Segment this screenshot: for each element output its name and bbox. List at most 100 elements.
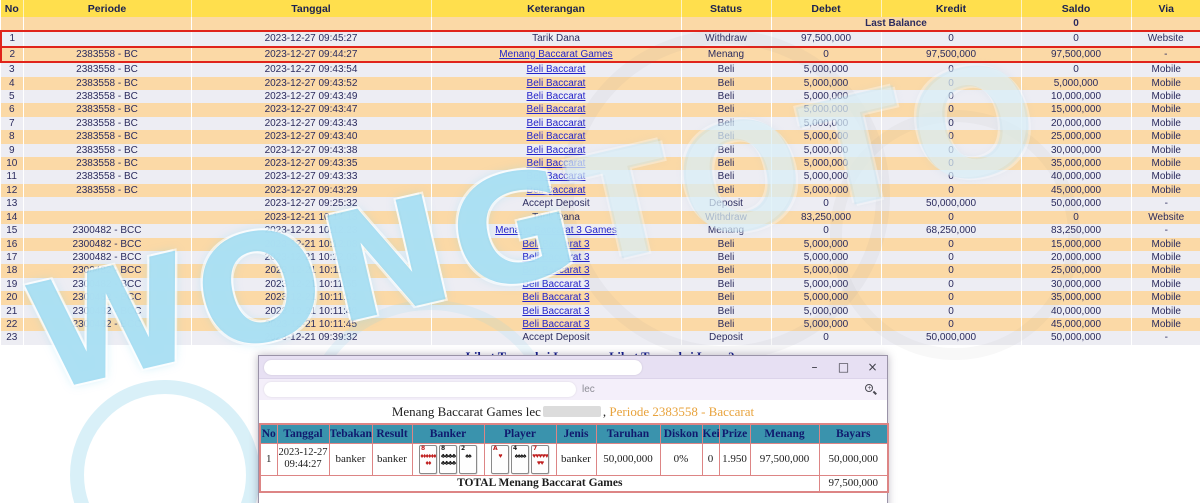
cell-via: -: [1131, 45, 1200, 64]
cell-periode: 2383558 - BC: [23, 90, 192, 104]
cell-status: Beli: [681, 62, 772, 77]
keterangan-link[interactable]: Beli Baccarat 3: [522, 265, 589, 276]
maximize-button[interactable]: □: [829, 356, 858, 378]
keterangan-link[interactable]: Beli Baccarat: [527, 91, 586, 102]
cell-no: 3: [1, 62, 24, 77]
cell-keterangan: Beli Baccarat: [431, 143, 682, 158]
last-balance-saldo: 0: [1021, 17, 1132, 32]
censored-tab-title: [264, 359, 642, 375]
cell-kredit: 50,000,000: [881, 331, 1022, 345]
col-header-status: Status: [681, 0, 772, 17]
cell-periode: [23, 331, 192, 345]
player-cards: A ♥ 4 ♠♠♠♠ 7 ♥♥♥♥♥♥♥: [483, 442, 557, 476]
bet-menang: 97,500,000: [749, 442, 820, 476]
keterangan-link[interactable]: Beli Baccarat: [527, 158, 586, 169]
keterangan-link[interactable]: Menang Baccarat Games: [499, 49, 612, 60]
cell-tanggal: 2023-12-27 09:43:49: [191, 90, 432, 104]
cell-tanggal: 2023-12-27 09:44:27: [191, 45, 432, 64]
search-icon[interactable]: +: [864, 383, 878, 397]
cell-debet: 5,000,000: [771, 90, 882, 104]
cell-keterangan: Beli Baccarat: [431, 90, 682, 104]
cell-status: Withdraw: [681, 30, 772, 48]
cell-periode: [23, 30, 192, 48]
keterangan-link[interactable]: Beli Baccarat 3: [522, 306, 589, 317]
cell-empty: [1, 17, 24, 32]
keterangan-link[interactable]: Beli Baccarat 3: [522, 252, 589, 263]
keterangan-link[interactable]: Beli Baccarat: [527, 118, 586, 129]
col-header-via: Via: [1131, 0, 1200, 17]
cell-debet: 5,000,000: [771, 62, 882, 77]
bet-row: 1 2023-12-27 09:44:27 banker banker 8 ♦♦♦♦♦♦♦…: [259, 442, 889, 476]
cell-periode: 2383558 - BC: [23, 45, 192, 64]
cell-no: 18: [1, 264, 24, 278]
cell-status: Beli: [681, 291, 772, 305]
cell-status: Deposit: [681, 197, 772, 211]
keterangan-link[interactable]: Beli Baccarat: [527, 131, 586, 142]
keterangan-link[interactable]: Beli Baccarat 3: [522, 279, 589, 290]
cell-periode: 2300482 - BCC: [23, 291, 192, 305]
table-row: 23 2023-12-21 09:39:32 Accept Deposit Depos…: [1, 331, 1200, 345]
banker-cards: 8 ♦♦♦♦♦♦♦♦ 8 ♣♣♣♣♣♣♣♣ 2 ♠♠: [411, 442, 485, 476]
keterangan-link[interactable]: Beli Baccarat 3: [522, 292, 589, 303]
col-header-kredit: Kredit: [881, 0, 1022, 17]
cell-kredit: 97,500,000: [881, 45, 1022, 64]
cell-no: 9: [1, 143, 24, 158]
cell-no: 17: [1, 250, 24, 265]
cell-debet: 5,000,000: [771, 170, 882, 184]
cell-tanggal: 2023-12-21 10:12:05: [191, 250, 432, 265]
keterangan-link[interactable]: Beli Baccarat 3: [522, 239, 589, 250]
table-row: 6 2383558 - BC 2023-12-27 09:43:47 Beli Bac…: [1, 103, 1200, 117]
cell-debet: 5,000,000: [771, 264, 882, 278]
cell-keterangan: Beli Baccarat: [431, 183, 682, 198]
keterangan-link[interactable]: Beli Baccarat: [527, 145, 586, 156]
cell-tanggal: 2023-12-27 09:43:43: [191, 116, 432, 131]
bet-col-header-jenis: Jenis: [555, 423, 597, 444]
last-balance-row: Last Balance 0: [1, 17, 1200, 32]
cell-kredit: 0: [881, 116, 1022, 131]
cell-debet: 5,000,000: [771, 157, 882, 171]
last-balance-label: Last Balance: [771, 17, 1022, 32]
cell-via: Website: [1131, 30, 1200, 48]
col-header-saldo: Saldo: [1021, 0, 1132, 17]
url-visible-text: lec: [582, 384, 595, 395]
cell-debet: 5,000,000: [771, 76, 882, 91]
cell-no: 6: [1, 103, 24, 117]
cell-via: Mobile: [1131, 130, 1200, 144]
bet-prize: 1.950: [718, 442, 751, 476]
cell-saldo: 83,250,000: [1021, 224, 1132, 238]
keterangan-link[interactable]: Beli Baccarat: [527, 64, 586, 75]
minimize-button[interactable]: –: [800, 356, 829, 378]
keterangan-link[interactable]: Beli Baccarat: [527, 78, 586, 89]
keterangan-link[interactable]: Menang Baccarat 3 Games: [495, 225, 617, 236]
cell-keterangan: Accept Deposit: [431, 197, 682, 211]
cell-via: Mobile: [1131, 237, 1200, 251]
cell-via: Mobile: [1131, 291, 1200, 305]
cell-status: Beli: [681, 157, 772, 171]
cell-status: Beli: [681, 90, 772, 104]
popup-addressbar[interactable]: lec +: [259, 378, 887, 400]
bet-col-header-bayars: Bayars: [818, 423, 889, 444]
cell-saldo: 30,000,000: [1021, 277, 1132, 292]
transactions-table: No Periode Tanggal Keterangan Status Debet Kre…: [0, 0, 1200, 345]
cell-via: Mobile: [1131, 304, 1200, 318]
cell-keterangan: Beli Baccarat 3: [431, 277, 682, 292]
keterangan-link[interactable]: Beli Baccarat: [527, 104, 586, 115]
bet-total-row: TOTAL Menang Baccarat Games 97,500,000: [259, 474, 889, 493]
bet-jenis: banker: [555, 442, 597, 476]
cell-via: Mobile: [1131, 76, 1200, 91]
cell-kredit: 68,250,000: [881, 224, 1022, 238]
keterangan-link[interactable]: Beli Baccarat 3: [522, 319, 589, 330]
playing-card-8♦: 8 ♦♦♦♦♦♦♦♦: [419, 444, 437, 474]
keterangan-link[interactable]: Beli Baccarat: [527, 171, 586, 182]
close-button[interactable]: ×: [858, 356, 887, 378]
bet-tanggal: 2023-12-27 09:44:27: [276, 442, 330, 476]
bet-col-header-result: Result: [371, 423, 413, 444]
bet-no: 1: [259, 442, 278, 476]
cell-saldo: 0: [1021, 210, 1132, 225]
cell-saldo: 20,000,000: [1021, 116, 1132, 131]
cell-no: 23: [1, 331, 24, 345]
cell-kredit: 0: [881, 277, 1022, 292]
keterangan-link[interactable]: Beli Baccarat: [527, 185, 586, 196]
cell-keterangan: Beli Baccarat 3: [431, 304, 682, 318]
cell-no: 7: [1, 116, 24, 131]
